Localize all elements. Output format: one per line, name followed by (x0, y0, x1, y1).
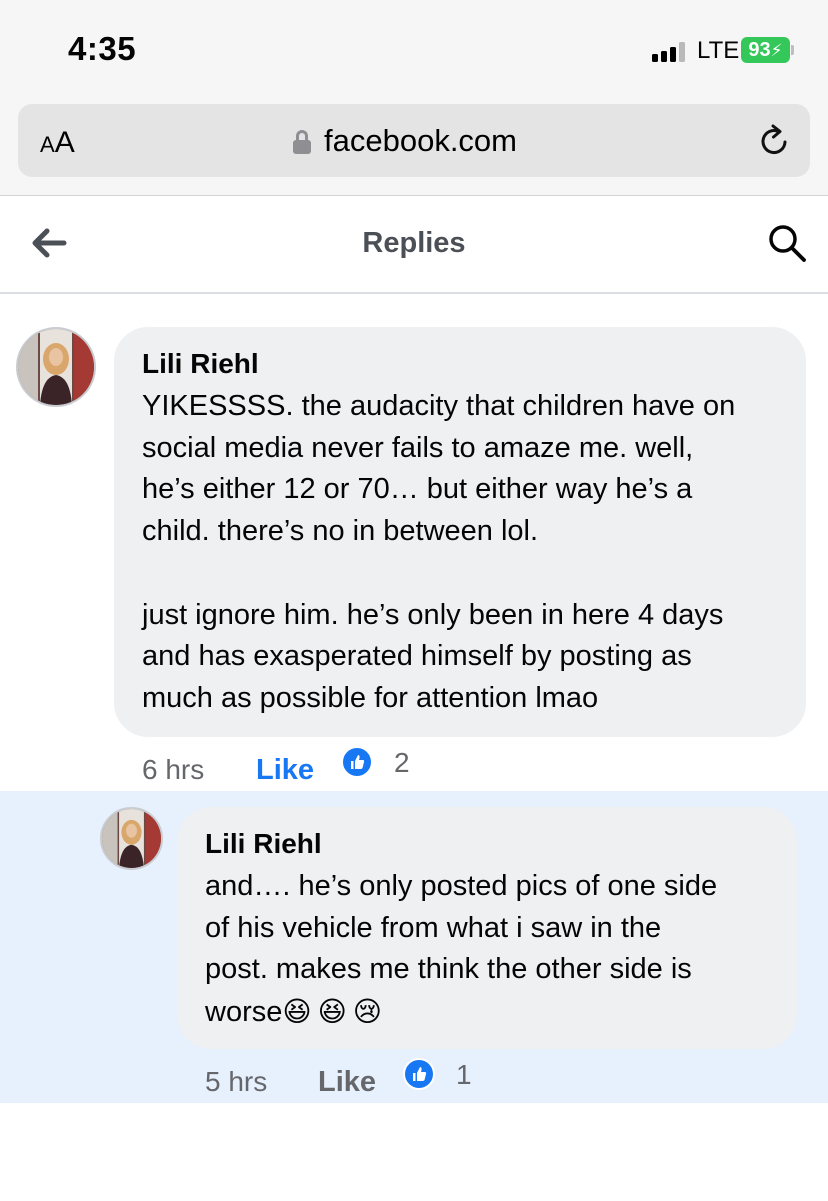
url-text[interactable]: facebook.com (324, 123, 517, 159)
address-bar[interactable]: AA facebook.com (18, 104, 810, 177)
search-icon[interactable] (767, 223, 807, 263)
battery-level: 93 (748, 39, 771, 61)
comment-time[interactable]: 6 hrs (142, 754, 204, 786)
avatar-photo (18, 329, 94, 405)
avatar[interactable] (100, 807, 163, 870)
text-size-button[interactable]: AA (40, 126, 75, 160)
crying-emoji-icon: 😢 (352, 996, 382, 1028)
laughing-emoji-icon: 😆 (282, 996, 312, 1028)
signal-icon (652, 42, 690, 62)
lock-icon (293, 130, 311, 154)
status-time: 4:35 (68, 30, 137, 67)
page-header: Replies (0, 197, 828, 294)
battery-cap (791, 45, 794, 55)
reload-icon[interactable] (756, 123, 792, 159)
comment-bubble[interactable]: Lili Riehl and…. he’s only posted pics o… (177, 807, 797, 1049)
like-button[interactable]: Like (318, 1066, 376, 1099)
battery-icon: 93⚡ (741, 37, 790, 63)
browser-toolbar: AA facebook.com (0, 100, 828, 196)
reaction-count[interactable]: 2 (394, 747, 410, 779)
page-title: Replies (362, 227, 466, 259)
reaction-count[interactable]: 1 (456, 1059, 472, 1091)
comment-text: YIKESSSS. the audacity that children hav… (142, 390, 736, 714)
like-button[interactable]: Like (256, 754, 314, 787)
laughing-emoji-icon: 😆 (317, 996, 347, 1028)
comment-text: and…. he’s only posted pics of one side … (205, 866, 795, 1034)
comment-author[interactable]: Lili Riehl (142, 348, 259, 380)
status-bar: 4:35 LTE 93⚡ (0, 0, 828, 100)
like-reaction-icon[interactable] (403, 1058, 435, 1090)
like-reaction-icon[interactable] (341, 746, 373, 778)
comment-bubble[interactable]: Lili Riehl YIKESSSS. the audacity that c… (114, 327, 806, 737)
comment-author[interactable]: Lili Riehl (205, 828, 322, 860)
avatar-photo (102, 809, 161, 868)
network-label: LTE (697, 37, 740, 64)
comment-time[interactable]: 5 hrs (205, 1066, 267, 1098)
avatar[interactable] (16, 327, 96, 407)
